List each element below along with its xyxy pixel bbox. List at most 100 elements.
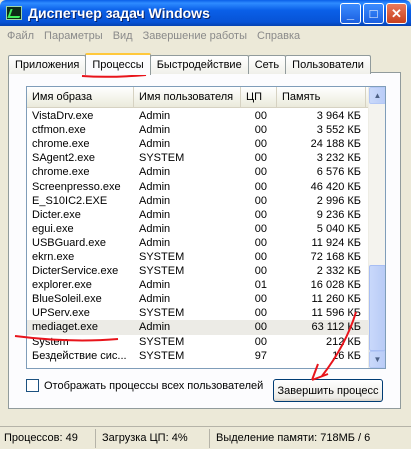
cell-image-name: Dicter.exe — [32, 208, 81, 221]
cell-user-name: Admin — [139, 321, 171, 334]
cell-cpu: 00 — [254, 293, 267, 306]
table-row[interactable]: explorer.exe Admin 01 16 028 КБ — [27, 278, 368, 292]
cell-cpu: 00 — [254, 194, 267, 207]
table-row[interactable]: Screenpresso.exe Admin 00 46 420 КБ — [27, 179, 368, 193]
cell-user-name: Admin — [139, 180, 171, 193]
table-row[interactable]: USBGuard.exe Admin 00 11 924 КБ — [27, 236, 368, 250]
table-row[interactable]: Dicter.exe Admin 00 9 236 КБ — [27, 208, 368, 222]
menu-file[interactable]: Файл — [2, 30, 39, 42]
cell-cpu: 00 — [254, 166, 267, 179]
cell-image-name: Screenpresso.exe — [32, 180, 121, 193]
status-memory: Выделение памяти: 718МБ / 6 — [216, 432, 371, 444]
status-bar: Процессов: 49 Загрузка ЦП: 4% Выделение … — [0, 426, 411, 449]
cell-image-name: SAgent2.exe — [32, 152, 95, 165]
maximize-button[interactable]: □ — [363, 2, 384, 24]
cell-user-name: Admin — [139, 208, 171, 221]
tab-performance[interactable]: Быстродействие — [149, 55, 249, 74]
cell-cpu: 00 — [254, 335, 267, 348]
task-manager-icon — [6, 6, 22, 20]
tab-network[interactable]: Сеть — [247, 55, 287, 74]
table-row[interactable]: ctfmon.exe Admin 00 3 552 КБ — [27, 123, 368, 137]
process-rows: VistaDrv.exe Admin 00 3 964 КБ ctfmon.exe Adm… — [27, 109, 368, 363]
column-memory[interactable]: Память — [277, 87, 366, 107]
menu-shutdown[interactable]: Завершение работы — [138, 30, 252, 42]
cell-user-name: Admin — [139, 293, 171, 306]
cell-memory: 3 552 КБ — [316, 124, 361, 137]
cell-memory: 212 КБ — [325, 335, 361, 348]
cell-memory: 63 112 КБ — [311, 321, 361, 334]
table-row[interactable]: Бездействие сис... SYSTEM 97 16 КБ — [27, 349, 368, 363]
table-row[interactable]: VistaDrv.exe Admin 00 3 964 КБ — [27, 109, 368, 123]
table-row[interactable]: BlueSoleil.exe Admin 00 11 260 КБ — [27, 292, 368, 306]
cell-memory: 72 168 КБ — [310, 250, 361, 263]
scroll-thumb[interactable] — [369, 265, 385, 351]
menu-bar: Файл Параметры Вид Завершение работы Спр… — [0, 26, 411, 45]
cell-cpu: 00 — [254, 110, 267, 123]
cell-user-name: Admin — [139, 236, 171, 249]
cell-image-name: VistaDrv.exe — [32, 110, 94, 123]
cell-memory: 24 188 КБ — [310, 138, 361, 151]
cell-image-name: USBGuard.exe — [32, 236, 106, 249]
cell-memory: 46 420 КБ — [310, 180, 361, 193]
cell-cpu: 00 — [254, 180, 267, 193]
cell-user-name: Admin — [139, 166, 171, 179]
table-row[interactable]: E_S10IC2.EXE Admin 00 2 996 КБ — [27, 194, 368, 208]
cell-memory: 16 028 КБ — [310, 279, 361, 292]
column-cpu[interactable]: ЦП — [241, 87, 277, 107]
cell-user-name: SYSTEM — [139, 250, 185, 263]
end-process-button[interactable]: Завершить процесс — [273, 379, 383, 402]
scroll-up-button[interactable]: ▲ — [369, 87, 385, 104]
table-row[interactable]: DicterService.exe SYSTEM 00 2 332 КБ — [27, 264, 368, 278]
cell-image-name: UPServ.exe — [32, 307, 90, 320]
menu-options[interactable]: Параметры — [39, 30, 108, 42]
cell-memory: 9 236 КБ — [316, 208, 361, 221]
vertical-scrollbar[interactable]: ▲ ▼ — [368, 87, 385, 368]
tab-processes[interactable]: Процессы — [85, 53, 151, 75]
process-list[interactable]: Имя образа Имя пользователя ЦП Память Vi… — [26, 86, 386, 369]
menu-view[interactable]: Вид — [108, 30, 138, 42]
cell-user-name: Admin — [139, 279, 171, 292]
cell-user-name: SYSTEM — [139, 349, 185, 362]
cell-image-name: explorer.exe — [32, 279, 92, 292]
close-button[interactable]: ✕ — [386, 2, 407, 24]
cell-memory: 6 576 КБ — [316, 166, 361, 179]
tab-users[interactable]: Пользователи — [285, 55, 371, 74]
tab-applications[interactable]: Приложения — [8, 55, 87, 74]
table-row[interactable]: SAgent2.exe SYSTEM 00 3 232 КБ — [27, 151, 368, 165]
cell-cpu: 97 — [254, 349, 267, 362]
cell-user-name: SYSTEM — [139, 265, 185, 278]
cell-image-name: BlueSoleil.exe — [32, 293, 102, 306]
table-row[interactable]: egui.exe Admin 00 5 040 КБ — [27, 222, 368, 236]
list-header: Имя образа Имя пользователя ЦП Память — [27, 87, 385, 108]
table-row[interactable]: System SYSTEM 00 212 КБ — [27, 335, 368, 349]
title-bar[interactable]: Диспетчер задач Windows _ □ ✕ — [0, 0, 411, 26]
cell-cpu: 01 — [254, 279, 267, 292]
scroll-down-button[interactable]: ▼ — [369, 351, 385, 368]
cell-image-name: DicterService.exe — [32, 265, 119, 278]
status-processes: Процессов: 49 — [0, 428, 96, 448]
cell-image-name: System — [32, 335, 69, 348]
menu-help[interactable]: Справка — [252, 30, 305, 42]
show-all-label: Отображать процессы всех пользователей — [44, 379, 264, 392]
table-row[interactable]: ekrn.exe SYSTEM 00 72 168 КБ — [27, 250, 368, 264]
cell-cpu: 00 — [254, 124, 267, 137]
checkbox-box[interactable] — [26, 379, 39, 392]
cell-image-name: E_S10IC2.EXE — [32, 194, 108, 207]
cell-image-name: Бездействие сис... — [32, 349, 127, 362]
cell-user-name: Admin — [139, 124, 171, 137]
cell-memory: 5 040 КБ — [316, 222, 361, 235]
table-row[interactable]: UPServ.exe SYSTEM 00 11 596 КБ — [27, 306, 368, 320]
column-image-name[interactable]: Имя образа — [27, 87, 134, 107]
cell-image-name: chrome.exe — [32, 138, 90, 151]
table-row[interactable]: chrome.exe Admin 00 24 188 КБ — [27, 137, 368, 151]
minimize-button[interactable]: _ — [340, 2, 361, 24]
cell-memory: 11 924 КБ — [311, 236, 361, 249]
table-row[interactable]: mediaget.exe Admin 00 63 112 КБ — [27, 320, 368, 335]
column-user-name[interactable]: Имя пользователя — [134, 87, 241, 107]
tab-strip: Приложения Процессы Быстродействие Сеть … — [8, 53, 371, 75]
cell-cpu: 00 — [254, 222, 267, 235]
show-all-processes-checkbox[interactable]: Отображать процессы всех пользователей — [26, 379, 263, 392]
cell-image-name: mediaget.exe — [32, 321, 99, 334]
cell-cpu: 00 — [254, 265, 267, 278]
table-row[interactable]: chrome.exe Admin 00 6 576 КБ — [27, 165, 368, 179]
